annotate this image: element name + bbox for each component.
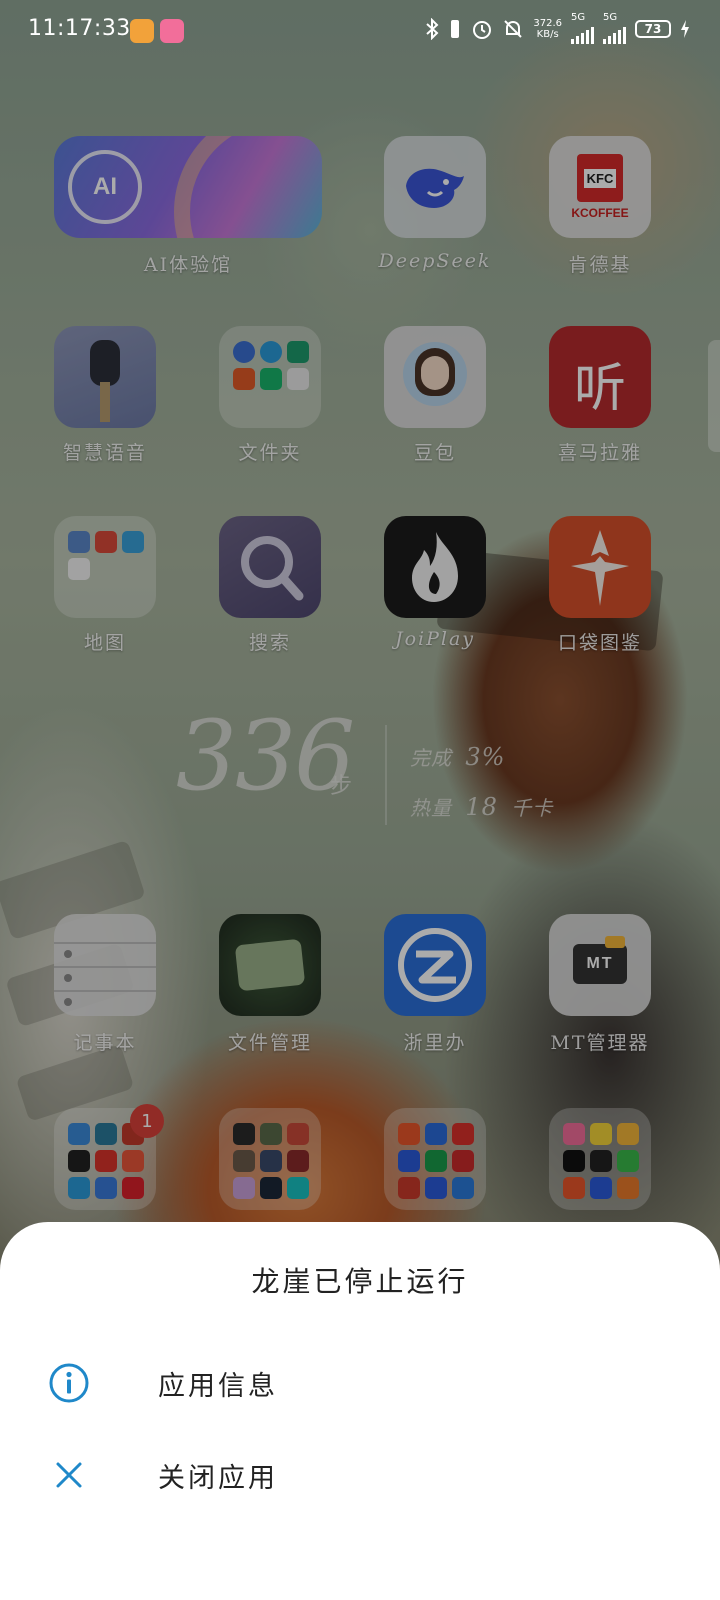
signal-sim2-icon: 5G <box>603 12 626 44</box>
battery-icon: 73 <box>635 20 671 38</box>
status-icons: 372.6 KB/s 5G 5G 73 <box>425 12 690 44</box>
bell-off-icon <box>504 20 523 38</box>
bilibili-notification-icon <box>160 19 184 43</box>
network-speed: 372.6 KB/s <box>533 18 562 40</box>
vibrate-icon <box>451 20 460 38</box>
app-info-label: 应用信息 <box>158 1371 278 1402</box>
charging-icon <box>681 20 689 38</box>
app-stopped-dialog: 龙崖已停止运行 应用信息 关闭应用 <box>0 1222 720 1600</box>
dialog-title: 龙崖已停止运行 <box>251 1265 469 1298</box>
status-bar: 11:17:33 372.6 KB/s 5G 5G 73 <box>0 0 720 64</box>
close-app-button[interactable]: 关闭应用 <box>0 1430 720 1520</box>
info-icon <box>49 1363 89 1403</box>
bluetooth-icon <box>426 18 439 40</box>
alarm-icon <box>473 21 492 39</box>
notification-app-icon <box>130 19 154 43</box>
close-app-label: 关闭应用 <box>158 1463 278 1494</box>
status-time: 11:17:33 <box>28 16 131 41</box>
close-icon <box>56 1462 82 1488</box>
home-screen: AI AI体验馆 DeepSeek KFC KCOFFEE 肯德基 智慧语音 文… <box>0 0 720 1600</box>
signal-sim1-icon: 5G <box>571 12 594 44</box>
app-info-button[interactable]: 应用信息 <box>0 1338 720 1428</box>
